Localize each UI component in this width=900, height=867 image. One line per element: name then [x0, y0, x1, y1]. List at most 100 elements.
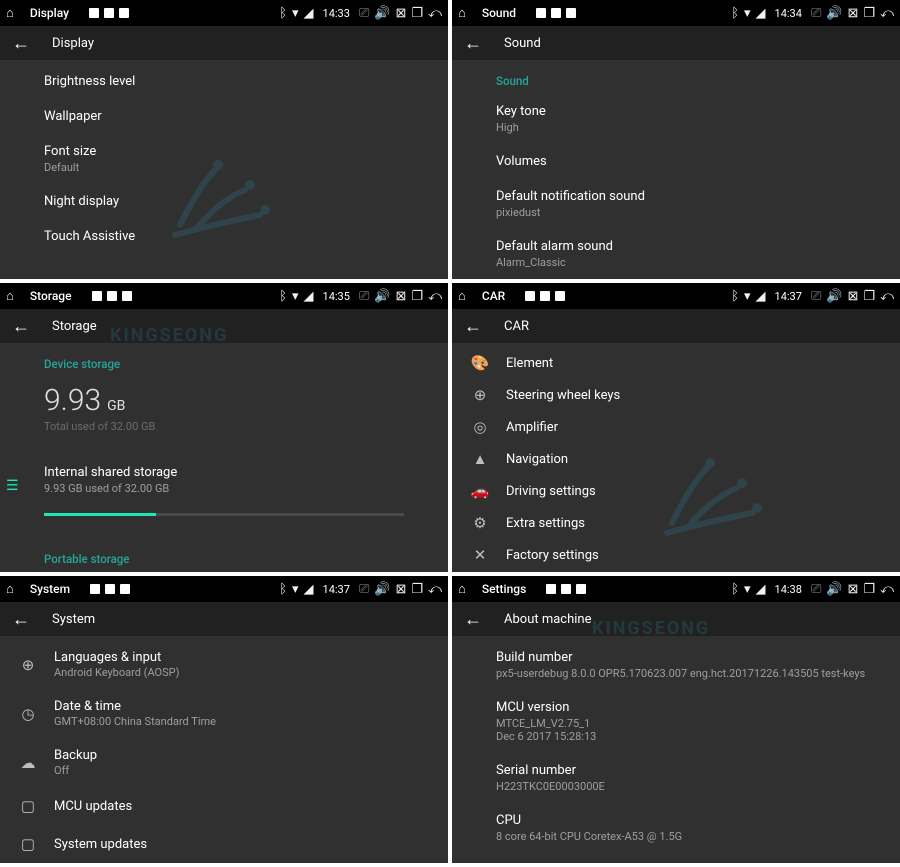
- home-icon[interactable]: ⌂: [458, 290, 466, 303]
- signal-icon: ◢: [756, 7, 766, 20]
- home-icon[interactable]: ⌂: [458, 7, 466, 20]
- volume-icon[interactable]: 🔊: [374, 7, 390, 20]
- storage-content: Device storage 9.93 GB Total used of 32.…: [0, 343, 448, 572]
- status-title: Display: [30, 6, 69, 20]
- app-icon: [561, 584, 571, 594]
- about-item[interactable]: CPU8 core 64-bit CPU Coretex-A53 @ 1.5G: [496, 803, 900, 853]
- back-icon[interactable]: ⤺: [880, 583, 894, 596]
- signal-icon: ◢: [304, 7, 314, 20]
- item-key-tone[interactable]: Key tone High: [496, 94, 900, 144]
- about-list: Build numberpx5-userdebug 8.0.0 OPR5.170…: [452, 636, 900, 863]
- home-icon[interactable]: ⌂: [6, 290, 14, 303]
- recents-icon[interactable]: ❐: [863, 290, 875, 303]
- back-arrow-icon[interactable]: ←: [12, 316, 30, 337]
- recents-icon[interactable]: ❐: [411, 290, 423, 303]
- wifi-icon: ▾: [744, 583, 751, 596]
- volume-icon[interactable]: 🔊: [374, 583, 390, 596]
- screen-title: CAR: [504, 319, 529, 334]
- storage-used-caption: Total used of 32.00 GB: [44, 420, 448, 433]
- home-icon[interactable]: ⌂: [6, 7, 14, 20]
- item-alarm-sound[interactable]: Default alarm sound Alarm_Classic: [496, 229, 900, 279]
- back-icon[interactable]: ⤺: [880, 7, 894, 20]
- wifi-icon: ▾: [292, 583, 299, 596]
- app-icon: [104, 8, 114, 18]
- back-icon[interactable]: ⤺: [428, 290, 442, 303]
- about-item[interactable]: Serial numberH223TKC0E0003000E: [496, 753, 900, 803]
- item-notification-sound[interactable]: Default notification sound pixiedust: [496, 179, 900, 229]
- screenshot-icon[interactable]: ⎚: [811, 290, 821, 303]
- item-brightness[interactable]: Brightness level: [44, 64, 448, 99]
- volume-icon[interactable]: 🔊: [826, 7, 842, 20]
- system-item[interactable]: ◷Date & timeGMT+08:00 China Standard Tim…: [12, 689, 448, 738]
- item-internal-storage[interactable]: Internal shared storage 9.93 GB used of …: [44, 455, 448, 505]
- car-item[interactable]: ◎Amplifier: [464, 411, 900, 443]
- system-item[interactable]: ▢MCU updates: [12, 787, 448, 825]
- close-app-icon[interactable]: ⊠: [848, 7, 859, 20]
- item-night-display[interactable]: Night display: [44, 184, 448, 219]
- app-icon: [555, 291, 565, 301]
- storage-progress-fill: [44, 513, 156, 516]
- close-app-icon[interactable]: ⊠: [396, 290, 407, 303]
- back-icon[interactable]: ⤺: [428, 583, 442, 596]
- back-arrow-icon[interactable]: ←: [464, 609, 482, 630]
- recents-icon[interactable]: ❐: [863, 583, 875, 596]
- panel-about: ⌂ Settings ᛒ ▾ ◢ 14:38 ⎚ 🔊 ⊠ ❐ ⤺ ← About…: [450, 576, 900, 863]
- recents-icon[interactable]: ❐: [863, 7, 875, 20]
- system-item[interactable]: ☁BackupOff: [12, 738, 448, 787]
- volume-icon[interactable]: 🔊: [826, 290, 842, 303]
- storage-used-value: 9.93: [44, 383, 101, 418]
- about-item[interactable]: Build numberpx5-userdebug 8.0.0 OPR5.170…: [496, 640, 900, 690]
- screenshot-icon[interactable]: ⎚: [811, 7, 821, 20]
- back-arrow-icon[interactable]: ←: [12, 33, 30, 54]
- item-wallpaper[interactable]: Wallpaper: [44, 99, 448, 134]
- wifi-icon: ▾: [292, 290, 299, 303]
- screen-title: System: [52, 612, 95, 627]
- car-item[interactable]: ⊕Steering wheel keys: [464, 379, 900, 411]
- palette-icon: 🎨: [464, 354, 496, 372]
- screen-title: Sound: [504, 36, 541, 51]
- screenshot-icon[interactable]: ⎚: [359, 290, 369, 303]
- back-icon[interactable]: ⤺: [428, 7, 442, 20]
- device-icon: ▢: [12, 835, 44, 853]
- sub-header: ← System: [0, 602, 448, 636]
- item-volumes[interactable]: Volumes: [496, 144, 900, 179]
- car-item[interactable]: ✕Factory settings: [464, 539, 900, 571]
- back-arrow-icon[interactable]: ←: [12, 609, 30, 630]
- home-icon[interactable]: ⌂: [6, 583, 14, 596]
- app-icon: [546, 584, 556, 594]
- close-app-icon[interactable]: ⊠: [848, 290, 859, 303]
- list-icon[interactable]: ☰: [6, 478, 19, 494]
- bluetooth-icon: ᛒ: [279, 290, 287, 303]
- volume-icon[interactable]: 🔊: [826, 583, 842, 596]
- system-item[interactable]: ⊕Languages & inputAndroid Keyboard (AOSP…: [12, 640, 448, 689]
- item-font-size[interactable]: Font size Default: [44, 134, 448, 184]
- signal-icon: ◢: [304, 583, 314, 596]
- screenshot-icon[interactable]: ⎚: [811, 583, 821, 596]
- car-icon: 🚗: [464, 482, 496, 500]
- volume-icon[interactable]: 🔊: [374, 290, 390, 303]
- close-app-icon[interactable]: ⊠: [396, 583, 407, 596]
- system-item[interactable]: ▢System updates: [12, 825, 448, 863]
- car-item[interactable]: 🚗Driving settings: [464, 475, 900, 507]
- close-app-icon[interactable]: ⊠: [396, 7, 407, 20]
- car-item[interactable]: 🎨Element: [464, 347, 900, 379]
- clock: 14:35: [323, 290, 350, 303]
- recents-icon[interactable]: ❐: [411, 7, 423, 20]
- about-item[interactable]: MCU versionMTCE_LM_V2.75_1Dec 6 2017 15:…: [496, 690, 900, 753]
- back-arrow-icon[interactable]: ←: [464, 33, 482, 54]
- sub-header: ← Display: [0, 26, 448, 60]
- car-item[interactable]: ▲Navigation: [464, 443, 900, 475]
- car-item[interactable]: ⚙Extra settings: [464, 507, 900, 539]
- clock: 14:34: [775, 7, 802, 20]
- recents-icon[interactable]: ❐: [411, 583, 423, 596]
- status-title: Settings: [482, 582, 526, 596]
- screenshot-icon[interactable]: ⎚: [359, 7, 369, 20]
- screenshot-icon[interactable]: ⎚: [359, 583, 369, 596]
- back-icon[interactable]: ⤺: [880, 290, 894, 303]
- tools-icon: ✕: [464, 546, 496, 564]
- close-app-icon[interactable]: ⊠: [848, 583, 859, 596]
- back-arrow-icon[interactable]: ←: [464, 316, 482, 337]
- bluetooth-icon: ᛒ: [279, 7, 287, 20]
- home-icon[interactable]: ⌂: [458, 583, 466, 596]
- item-touch-assist[interactable]: Touch Assistive: [44, 219, 448, 254]
